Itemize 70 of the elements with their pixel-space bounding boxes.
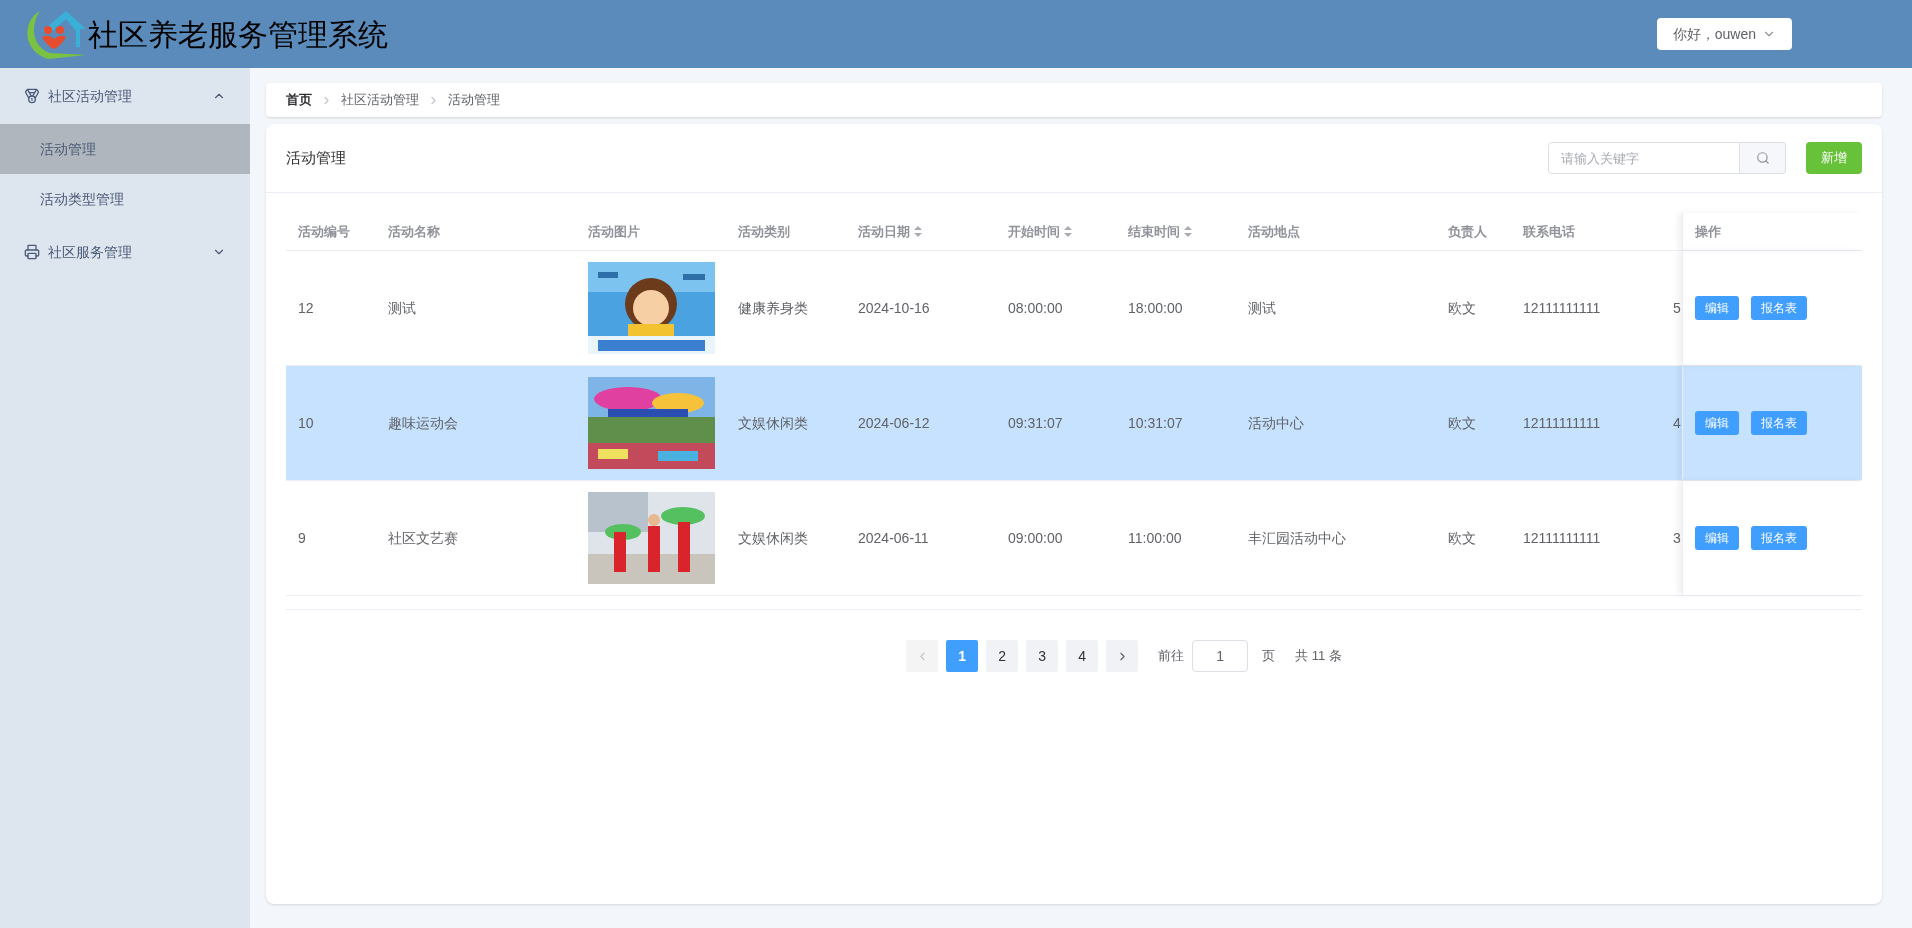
column-header: 活动类别 [738, 222, 790, 241]
menu-item[interactable]: 活动类型管理 [0, 174, 250, 224]
column-header: 负责人 [1448, 222, 1487, 241]
column-header: 活动地点 [1248, 222, 1300, 241]
table-cell: 10 [298, 414, 314, 431]
column-header: 活动名称 [388, 222, 440, 241]
column-header: 开始时间 [1008, 222, 1060, 241]
table-cell: 丰汇园活动中心 [1248, 529, 1346, 546]
sort-icon[interactable] [914, 226, 922, 237]
table-cell: 9 [298, 529, 306, 546]
printer-icon [24, 244, 40, 260]
app-title: 社区养老服务管理系统 [88, 16, 388, 53]
column-header: 活动图片 [588, 222, 640, 241]
table-cell: 12111111111 [1523, 299, 1601, 316]
table-cell: 11:00:00 [1128, 529, 1182, 546]
table-cell: 活动中心 [1248, 414, 1304, 431]
table-cell: 欧文 [1448, 529, 1476, 546]
table-cell: 18:00:00 [1128, 299, 1183, 316]
next-page-button[interactable] [1106, 640, 1139, 672]
table-cell: 09:31:07 [1008, 414, 1063, 431]
table-cell: 09:00:00 [1008, 529, 1063, 546]
search-icon [1755, 151, 1770, 165]
table-cell: 12111111111 [1523, 529, 1601, 546]
table-cell: 10:31:07 [1128, 414, 1183, 431]
page-input[interactable]: 1 [1192, 640, 1249, 672]
sort-icon[interactable] [1184, 226, 1192, 237]
menu-group[interactable]: 社区服务管理 [0, 224, 250, 280]
breadcrumb-link[interactable]: 首页 [286, 90, 312, 110]
table-cell: 测试 [388, 299, 416, 316]
search-button[interactable] [1740, 142, 1786, 174]
page-button[interactable]: 2 [986, 640, 1019, 672]
panel-title: 活动管理 [286, 147, 347, 168]
table-cell: 4 [1673, 414, 1681, 431]
breadcrumb-link[interactable]: 活动管理 [448, 90, 500, 110]
total-count: 共 11 条 [1295, 647, 1342, 666]
menu-group-label: 社区服务管理 [48, 242, 133, 262]
medal-icon [24, 88, 40, 104]
table-cell: 欧文 [1448, 299, 1476, 316]
table-cell: 文娱休闲类 [738, 414, 808, 431]
search-field[interactable]: 请输入关键字 [1548, 142, 1740, 174]
goto-label: 前往 [1158, 647, 1185, 666]
column-header: 结束时间 [1128, 222, 1180, 241]
menu-group[interactable]: 社区活动管理 [0, 68, 250, 124]
table-cell: 测试 [1248, 299, 1276, 316]
table-cell: 5 [1673, 299, 1681, 316]
column-header: 联系电话 [1523, 222, 1575, 241]
menu-group-label: 社区活动管理 [48, 86, 133, 106]
menu-item[interactable]: 活动管理 [0, 124, 250, 174]
column-header: 活动日期 [858, 222, 910, 241]
table-cell: 2024-10-16 [858, 299, 930, 316]
table-cell: 文娱休闲类 [738, 529, 808, 546]
table-cell: 社区文艺赛 [388, 529, 458, 546]
table-cell: 12 [298, 299, 314, 316]
column-header: 操作 [1695, 222, 1721, 241]
table-cell: 健康养身类 [738, 299, 808, 316]
table-cell: 2024-06-11 [858, 529, 929, 546]
column-header: 活动编号 [298, 222, 350, 241]
table-cell: 2024-06-12 [858, 414, 930, 431]
page-suffix: 页 [1262, 647, 1276, 666]
table-cell: 3 [1673, 529, 1681, 546]
table-cell: 08:00:00 [1008, 299, 1063, 316]
breadcrumb-link[interactable]: 社区活动管理 [341, 90, 419, 110]
table-cell: 12111111111 [1523, 414, 1601, 431]
table-cell: 欧文 [1448, 414, 1476, 431]
table-cell: 趣味运动会 [388, 414, 458, 431]
page-button[interactable]: 4 [1066, 640, 1099, 672]
sort-icon[interactable] [1064, 226, 1072, 237]
user-menu-button[interactable]: 你好，ouwen [1656, 18, 1792, 50]
previous-page-button[interactable] [906, 640, 939, 672]
page-button[interactable]: 3 [1026, 640, 1059, 672]
